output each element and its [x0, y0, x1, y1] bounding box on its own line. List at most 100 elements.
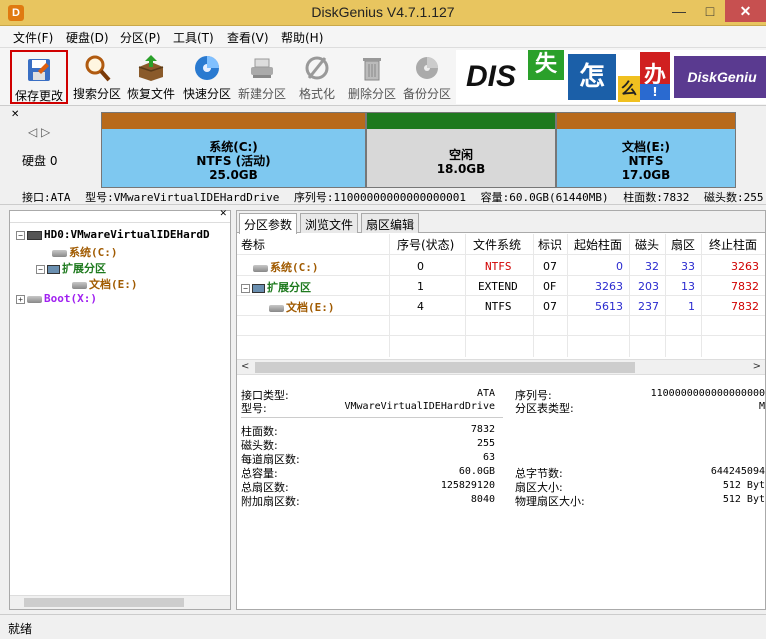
row-end-cyl: 7832: [731, 280, 759, 293]
diskmap-close-icon[interactable]: ✕: [11, 109, 19, 120]
banner-dis-text: DIS: [465, 60, 516, 93]
detail-value: 644245094: [710, 466, 765, 477]
disk-details: 接口类型: ATA 型号: VMwareVirtualIDEHardDrive …: [237, 379, 765, 611]
format-icon: [305, 56, 329, 80]
partition-bar-cap: [557, 113, 735, 129]
col-header-sector[interactable]: 扇区: [671, 236, 695, 253]
scrollbar-thumb[interactable]: [255, 362, 635, 373]
collapse-icon[interactable]: −: [36, 264, 45, 274]
partition-bar-e[interactable]: 文档(E:) NTFS 17.0GB: [556, 112, 736, 188]
new-partition-button[interactable]: 新建分区: [233, 50, 291, 104]
tree-node-hd0[interactable]: − HD0:VMwareVirtualIDEHardD: [16, 228, 210, 241]
detail-value: 512 Byt: [722, 494, 765, 505]
tab-sector-edit[interactable]: 扇区编辑: [361, 213, 420, 233]
row-id: 07: [543, 260, 557, 273]
collapse-icon[interactable]: −: [16, 230, 25, 240]
row-sector: 13: [681, 280, 695, 293]
quick-partition-button[interactable]: 快速分区: [178, 50, 236, 104]
scroll-right-icon[interactable]: >: [753, 361, 761, 372]
banner-tile-2: 怎: [568, 54, 616, 100]
minimize-button[interactable]: —: [664, 0, 694, 22]
recover-files-button[interactable]: 恢复文件: [122, 50, 180, 104]
row-start-cyl: 5613: [595, 300, 623, 313]
col-header-seq[interactable]: 序号(状态): [397, 236, 454, 253]
table-horizontal-scrollbar[interactable]: < >: [237, 359, 765, 375]
partition-bar-name: 文档(E:): [622, 140, 670, 154]
tree-node-c[interactable]: 系统(C:): [50, 244, 118, 260]
disk-map: ✕ ◁ ▷ 硬盘 0 系统(C:) NTFS (活动) 25.0GB 空闲 18…: [0, 107, 766, 205]
menu-help[interactable]: 帮助(H): [281, 29, 323, 46]
promo-banner[interactable]: DIS 失 怎 么 办 ! DiskGeniu: [456, 50, 766, 104]
delete-partition-button[interactable]: 删除分区: [343, 50, 401, 104]
row-fs: EXTEND: [478, 280, 518, 293]
tab-partition-params[interactable]: 分区参数: [239, 213, 298, 234]
row-label-text: 系统(C:): [270, 261, 319, 274]
row-fs: NTFS: [485, 300, 512, 313]
partition-bar-free[interactable]: 空闲 18.0GB: [366, 112, 556, 188]
tree-node-boot[interactable]: + Boot(X:): [16, 292, 97, 305]
partition-bar-fs: NTFS: [628, 154, 664, 168]
expand-icon[interactable]: +: [16, 294, 25, 304]
tree-header: ✕: [10, 209, 230, 223]
detail-value: 512 Byt: [722, 480, 765, 491]
tree-close-icon[interactable]: ✕: [219, 209, 227, 219]
row-label: − 扩展分区: [241, 279, 311, 295]
partition-icon: [27, 295, 42, 303]
disk-nav-arrows-icon[interactable]: ◁ ▷: [28, 125, 50, 139]
row-sector: 1: [688, 300, 695, 313]
detail-value: ATA: [476, 388, 495, 399]
menu-file[interactable]: 文件(F): [13, 29, 53, 46]
disk-heads: 磁头数:255: [703, 191, 764, 204]
partition-icon: [253, 264, 268, 272]
menu-view[interactable]: 查看(V): [227, 29, 269, 46]
col-header-start-cyl[interactable]: 起始柱面: [574, 236, 622, 253]
col-header-label[interactable]: 卷标: [241, 236, 265, 253]
save-changes-label: 保存更改: [14, 89, 63, 103]
format-label: 格式化: [298, 87, 335, 101]
delete-partition-label: 删除分区: [347, 87, 396, 101]
search-partition-button[interactable]: 搜索分区: [68, 50, 126, 104]
hard-disk-icon: [27, 230, 42, 240]
scroll-left-icon[interactable]: <: [241, 361, 249, 372]
backup-partition-button[interactable]: 备份分区: [398, 50, 456, 104]
save-changes-button[interactable]: 保存更改: [10, 50, 68, 104]
col-header-end-cyl[interactable]: 终止柱面: [709, 236, 757, 253]
magnifier-icon: [85, 55, 111, 82]
detail-value: 7832: [470, 424, 495, 435]
recover-files-label: 恢复文件: [126, 87, 175, 101]
maximize-button[interactable]: □: [696, 0, 724, 22]
disk-serial: 序列号:11000000000000000001: [293, 191, 467, 204]
menu-tools[interactable]: 工具(T): [173, 29, 214, 46]
detail-value: 8040: [470, 494, 495, 505]
banner-tile-5: !: [640, 84, 670, 100]
row-label: 文档(E:): [267, 299, 335, 315]
detail-value: 255: [476, 438, 495, 449]
col-header-head[interactable]: 磁头: [635, 236, 659, 253]
format-button[interactable]: 格式化: [288, 50, 346, 104]
row-label-text: 扩展分区: [267, 281, 311, 294]
col-header-id[interactable]: 标识: [538, 236, 562, 253]
partition-bar-c[interactable]: 系统(C:) NTFS (活动) 25.0GB: [101, 112, 366, 188]
row-fs: NTFS: [485, 260, 512, 273]
collapse-icon[interactable]: −: [241, 283, 250, 293]
row-seq: 0: [417, 260, 424, 273]
tree-node-extended[interactable]: − 扩展分区: [36, 260, 106, 276]
row-end-cyl: 3263: [731, 260, 759, 273]
row-end-cyl: 7832: [731, 300, 759, 313]
detail-value: M: [758, 401, 765, 412]
partition-bar-size: 18.0GB: [436, 162, 486, 176]
menu-disk[interactable]: 硬盘(D): [66, 29, 109, 46]
disk-info-line: 接口:ATA 型号:VMwareVirtualIDEHardDrive 序列号:…: [22, 189, 766, 205]
menu-partition[interactable]: 分区(P): [120, 29, 161, 46]
col-header-fs[interactable]: 文件系统: [473, 236, 521, 253]
tab-browse-files[interactable]: 浏览文件: [300, 213, 359, 233]
title-bar: D DiskGenius V4.7.1.127 — □ ✕: [0, 0, 766, 26]
row-sector: 33: [681, 260, 695, 273]
close-button[interactable]: ✕: [725, 0, 766, 22]
extended-partition-icon: [47, 264, 60, 274]
status-bar: 就绪: [0, 614, 766, 639]
scrollbar-thumb[interactable]: [24, 598, 184, 607]
tree-node-e[interactable]: 文档(E:): [70, 276, 138, 292]
detail-separator: [241, 417, 503, 418]
tree-horizontal-scrollbar[interactable]: [10, 595, 230, 609]
